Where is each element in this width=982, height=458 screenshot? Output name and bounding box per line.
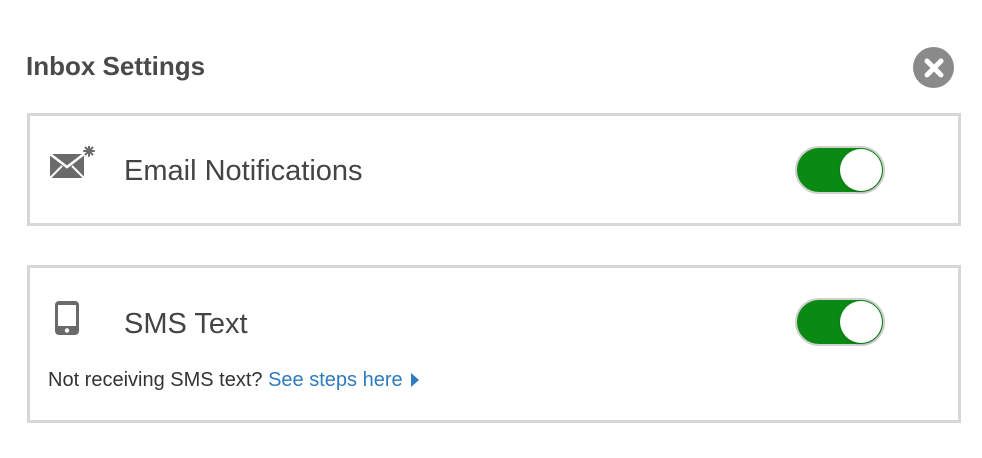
caret-right-icon [410,373,419,387]
envelope-icon [49,146,95,179]
email-notifications-card: Email Notifications [27,113,961,226]
sms-help-row: Not receiving SMS text? See steps here [48,368,419,392]
toggle-knob [840,301,882,343]
email-notifications-label: Email Notifications [124,155,363,187]
close-button[interactable] [913,47,954,88]
see-steps-link[interactable]: See steps here [268,369,419,391]
sms-text-card: SMS Text Not receiving SMS text? See ste… [27,265,961,423]
mobile-phone-icon [55,301,79,335]
sms-help-text: Not receiving SMS text? [48,369,269,391]
close-icon [924,58,943,77]
panel-title: Inbox Settings [26,51,206,81]
toggle-knob [840,149,882,191]
sms-text-label: SMS Text [124,308,248,340]
email-notifications-toggle[interactable] [795,146,885,194]
see-steps-link-label: See steps here [268,369,403,391]
sms-text-toggle[interactable] [795,298,885,346]
